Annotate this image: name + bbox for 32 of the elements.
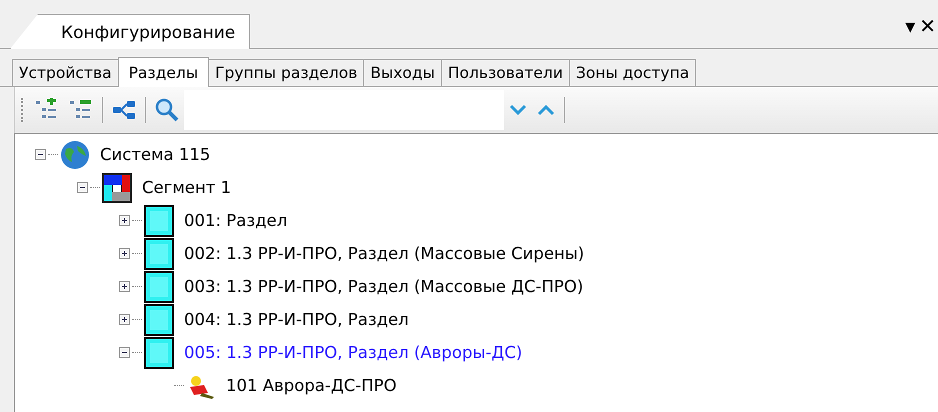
tree-item[interactable]: 004: 1.3 РР-И-ПРО, Раздел [184,310,409,329]
chevron-down-icon[interactable] [508,103,528,117]
section-icon [144,336,174,368]
tree-item[interactable]: 005: 1.3 РР-И-ПРО, Раздел (Авроры-ДС) [184,343,522,362]
document-tab[interactable]: Конфигурирование [10,14,250,49]
expand-toggle[interactable] [119,281,130,292]
section-icon [144,204,174,236]
segment-icon [102,172,132,202]
section-icon [144,238,174,270]
globe-icon [60,140,90,170]
expand-toggle[interactable] [119,314,130,325]
tab[interactable]: Разделы [118,57,210,87]
tree-item[interactable]: 001: Раздел [184,211,288,230]
collapse-toggle[interactable] [77,182,88,193]
section-icon [144,270,174,302]
close-icon[interactable]: ✕ [917,14,938,48]
collapse-toggle[interactable] [119,347,130,358]
tree-item[interactable]: Сегмент 1 [142,178,232,197]
dropdown-icon[interactable]: ▾ [903,14,918,48]
tab[interactable]: Зоны доступа [568,59,696,86]
expand-toggle[interactable] [119,248,130,259]
tree-item[interactable]: 003: 1.3 РР-И-ПРО, Раздел (Массовые ДС-ПРО) [184,277,584,296]
section-icon [144,304,174,336]
tree-item[interactable]: 002: 1.3 РР-И-ПРО, Раздел (Массовые Сирены) [184,244,584,263]
tree-item[interactable]: Система 115 [100,145,210,164]
collapse-toggle[interactable] [35,149,46,160]
hierarchy-icon[interactable] [111,98,137,122]
chevron-up-icon[interactable] [536,103,556,117]
expand-toggle[interactable] [119,215,130,226]
tree-item[interactable]: 101 Аврора-ДС-ПРО [226,376,397,395]
tab[interactable]: Устройства [12,59,119,86]
search-icon[interactable] [154,97,180,123]
